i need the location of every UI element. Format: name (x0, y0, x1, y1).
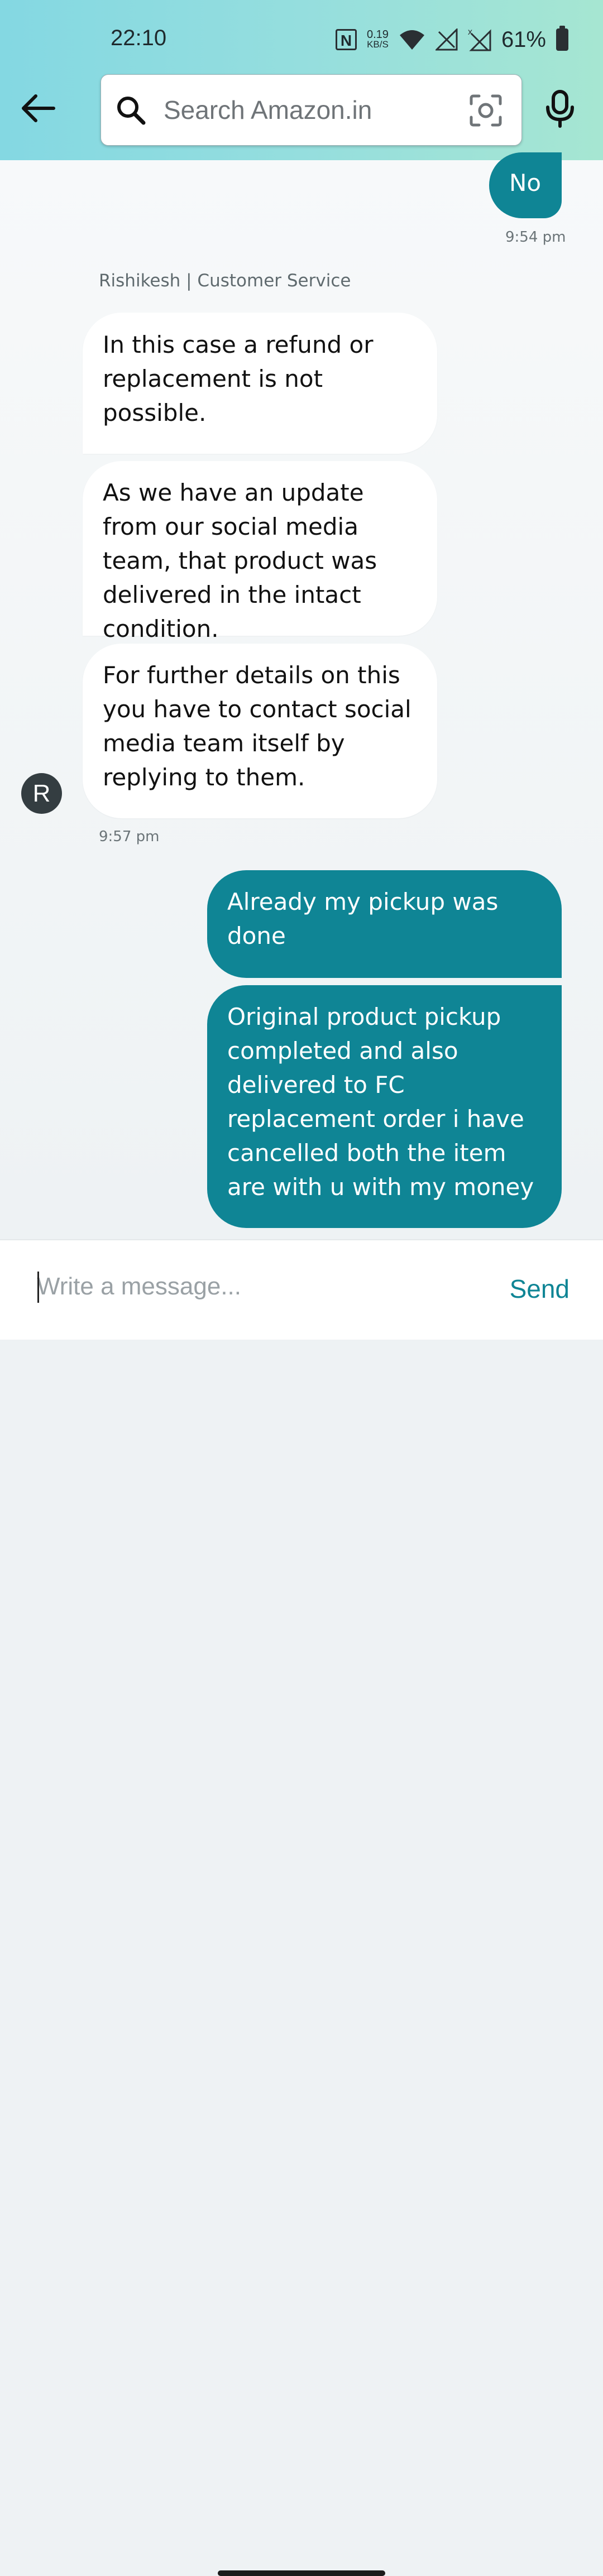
incoming-message: In this case a refund or replacement is … (83, 313, 437, 454)
signal-icon: x (468, 28, 491, 51)
agent-label: Rishikesh | Customer Service (99, 271, 351, 291)
message-timestamp: 9:54 pm (505, 229, 566, 246)
outgoing-message: Original product pickup completed and al… (207, 985, 562, 1228)
search-bar[interactable] (100, 74, 522, 146)
outgoing-message: No (489, 152, 562, 218)
incoming-message: For further details on this you have to … (83, 644, 437, 818)
status-time: 22:10 (111, 26, 167, 50)
incoming-message: As we have an update from our social med… (83, 461, 437, 642)
send-button[interactable]: Send (510, 1274, 570, 1304)
status-icons: N 0.19 KB/S x 61% (336, 26, 568, 54)
chat-thread[interactable]: No 9:54 pm Rishikesh | Customer Service … (0, 152, 603, 1239)
battery-icon (556, 26, 568, 51)
back-button[interactable] (17, 87, 59, 129)
net-speed: 0.19 KB/S (367, 28, 389, 50)
text-cursor (37, 1272, 39, 1303)
voice-search-button[interactable] (544, 89, 576, 131)
camera-icon[interactable] (469, 94, 502, 127)
back-arrow-icon (22, 94, 55, 122)
agent-avatar: R (21, 773, 62, 814)
message-composer: Send (0, 1239, 603, 2576)
search-input[interactable] (164, 95, 454, 125)
mic-icon (546, 90, 574, 128)
net-speed-unit: KB/S (367, 39, 389, 50)
net-speed-value: 0.19 (367, 28, 389, 41)
wifi-icon (399, 30, 424, 50)
search-icon (117, 97, 146, 125)
app-header: 22:10 N 0.19 KB/S x 61% (0, 0, 603, 160)
home-indicator[interactable] (218, 2570, 385, 2576)
nfc-icon: N (336, 29, 357, 50)
svg-text:x: x (468, 28, 472, 37)
outgoing-message: Already my pickup was done (207, 870, 562, 978)
battery-percent: 61% (501, 27, 546, 52)
message-input[interactable] (37, 1273, 461, 1301)
message-timestamp: 9:57 pm (99, 828, 160, 845)
signal-icon (435, 28, 458, 51)
